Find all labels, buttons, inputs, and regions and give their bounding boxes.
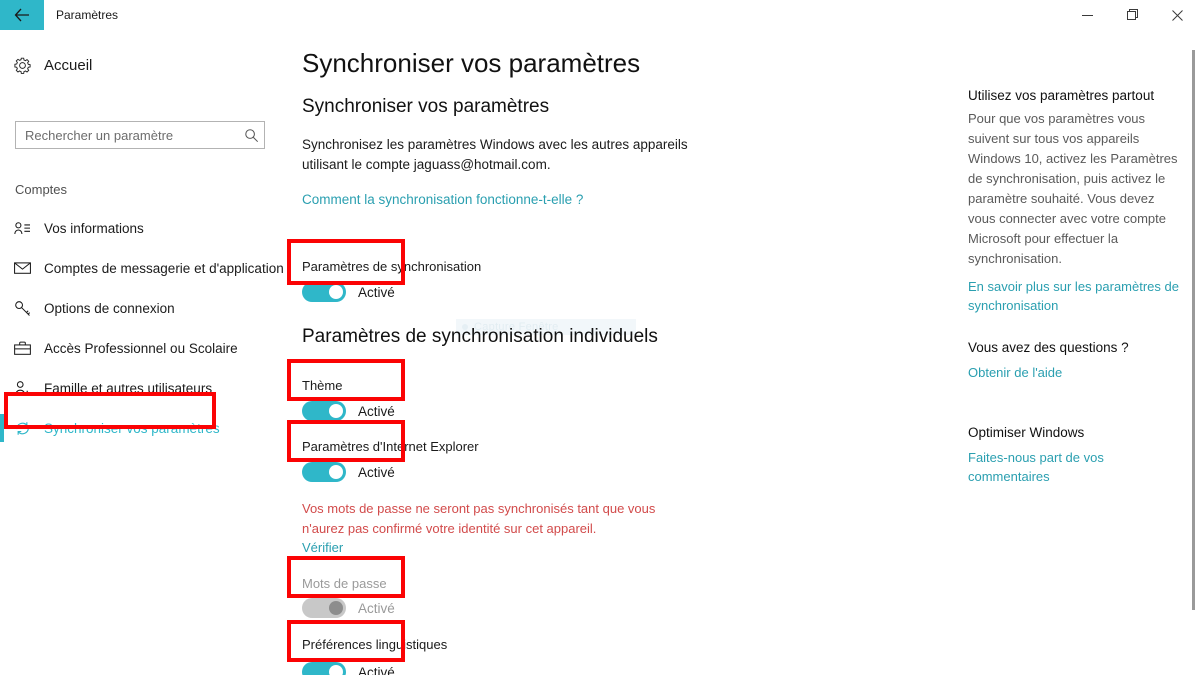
right-block-settings-everywhere: Utilisez vos paramètres partout Pour que… <box>968 88 1182 315</box>
how-sync-works-link[interactable]: Comment la synchronisation fonctionne-t-… <box>302 192 583 207</box>
window-title: Paramètres <box>56 8 119 22</box>
sidebar: Accueil Comptes V <box>0 30 284 675</box>
right-block-heading: Utilisez vos paramètres partout <box>968 88 1155 103</box>
theme-label: Thème <box>302 378 343 393</box>
ie-settings-label: Paramètres d'Internet Explorer <box>302 439 479 454</box>
right-block-heading: Optimiser Windows <box>968 425 1085 440</box>
page-title: Synchroniser vos paramètres <box>302 48 641 78</box>
mail-icon <box>14 261 42 275</box>
ie-toggle-row[interactable]: Activé <box>302 459 395 485</box>
sync-icon <box>14 420 42 437</box>
search-icon[interactable] <box>238 128 264 143</box>
passwords-toggle-row: Activé <box>302 595 395 621</box>
right-block-optimize: Optimiser Windows Faites-nous part de vo… <box>968 425 1182 486</box>
individual-settings-heading: Paramètres de synchronisation individuel… <box>302 326 658 347</box>
back-button[interactable] <box>0 0 44 30</box>
sidebar-item-vos-informations[interactable]: Vos informations <box>0 208 284 248</box>
sidebar-item-options-connexion[interactable]: Options de connexion <box>0 288 284 328</box>
search-input[interactable] <box>16 122 238 148</box>
right-block-heading: Vous avez des questions ? <box>968 340 1129 355</box>
sidebar-item-comptes-messagerie[interactable]: Comptes de messagerie et d'application <box>0 248 284 288</box>
theme-toggle-row[interactable]: Activé <box>302 398 395 424</box>
language-toggle[interactable] <box>302 662 346 675</box>
sync-settings-label: Paramètres de synchronisation <box>302 259 482 274</box>
key-icon <box>14 300 42 317</box>
get-help-link[interactable]: Obtenir de l'aide <box>968 363 1062 382</box>
briefcase-icon <box>14 341 42 356</box>
password-warning-text: Vos mots de passe ne seront pas synchron… <box>302 501 656 536</box>
main-content: Synchroniser vos paramètres Synchroniser… <box>284 30 960 675</box>
toggle-state-label: Activé <box>358 403 395 419</box>
toggle-knob <box>329 404 343 418</box>
send-feedback-link[interactable]: Faites-nous part de vos commentaires <box>968 448 1182 486</box>
window-controls <box>1065 0 1200 30</box>
right-block-questions: Vous avez des questions ? Obtenir de l'a… <box>968 340 1182 382</box>
right-block-paragraph: Pour que vos paramètres vous suivent sur… <box>968 111 1178 266</box>
sidebar-item-synchroniser[interactable]: Synchroniser vos paramètres <box>0 408 284 448</box>
vertical-scrollbar[interactable] <box>1188 30 1200 675</box>
language-toggle-row[interactable]: Activé <box>302 659 395 675</box>
close-button[interactable] <box>1155 0 1200 30</box>
toggle-knob <box>329 285 343 299</box>
passwords-label: Mots de passe <box>302 576 387 591</box>
sidebar-item-famille[interactable]: Famille et autres utilisateurs <box>0 368 284 408</box>
passwords-toggle <box>302 598 346 618</box>
scrollbar-thumb[interactable] <box>1192 50 1195 610</box>
sidebar-home-label: Accueil <box>44 56 93 74</box>
sidebar-item-label: Famille et autres utilisateurs <box>44 380 213 396</box>
minimize-button[interactable] <box>1065 0 1110 30</box>
toggle-state-label: Activé <box>358 600 395 616</box>
language-prefs-label: Préférences linguistiques <box>302 637 448 652</box>
sidebar-item-label: Synchroniser vos paramètres <box>44 420 220 436</box>
learn-more-sync-link[interactable]: En savoir plus sur les paramètres de syn… <box>968 277 1182 315</box>
sync-settings-toggle[interactable] <box>302 282 346 302</box>
toggle-knob <box>329 601 343 615</box>
search-box[interactable] <box>15 121 265 149</box>
arrow-left-icon <box>14 8 30 22</box>
section-heading: Synchroniser vos paramètres <box>302 96 550 117</box>
sidebar-group-label: Comptes <box>15 182 68 197</box>
title-bar: Paramètres <box>0 0 1200 30</box>
toggle-state-label: Activé <box>358 664 395 675</box>
right-info-panel: Utilisez vos paramètres partout Pour que… <box>960 30 1188 675</box>
verify-link[interactable]: Vérifier <box>302 540 343 555</box>
toggle-state-label: Activé <box>358 284 395 300</box>
contact-card-icon <box>14 221 42 236</box>
gear-icon <box>14 57 40 74</box>
sidebar-item-label: Comptes de messagerie et d'application <box>44 260 284 276</box>
sidebar-item-acces-professionnel[interactable]: Accès Professionnel ou Scolaire <box>0 328 284 368</box>
settings-window: Paramètres Accueil Rechercher un paramèt… <box>0 0 1200 675</box>
person-add-icon <box>14 380 42 397</box>
sidebar-item-label: Vos informations <box>44 220 144 236</box>
sidebar-item-home[interactable]: Accueil <box>0 48 284 82</box>
ie-toggle[interactable] <box>302 462 346 482</box>
toggle-knob <box>329 465 343 479</box>
sidebar-item-label: Accès Professionnel ou Scolaire <box>44 340 238 356</box>
toggle-state-label: Activé <box>358 464 395 480</box>
toggle-knob <box>329 665 343 675</box>
sidebar-nav-list: Vos informations Comptes de messagerie e… <box>0 208 284 448</box>
restore-button[interactable] <box>1110 0 1155 30</box>
theme-toggle[interactable] <box>302 401 346 421</box>
sync-settings-toggle-row[interactable]: Activé <box>302 279 395 305</box>
sidebar-item-label: Options de connexion <box>44 300 175 316</box>
sync-description: Synchronisez les paramètres Windows avec… <box>302 137 688 172</box>
